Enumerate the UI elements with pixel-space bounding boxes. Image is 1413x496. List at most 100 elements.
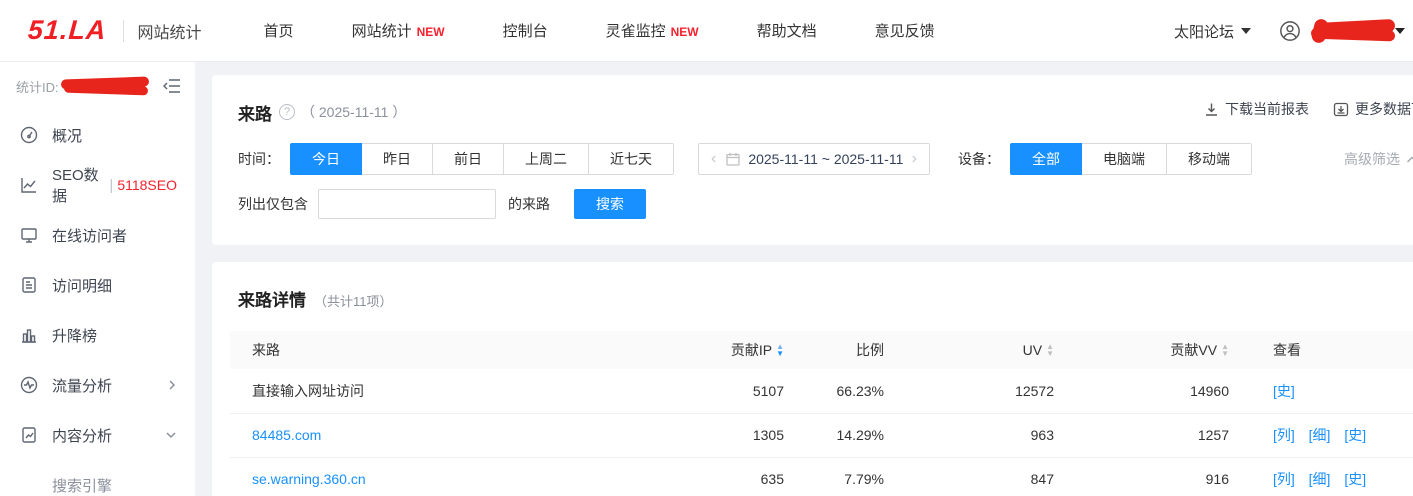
nav-menu: 首页 网站统计NEW 控制台 灵雀监控NEW 帮助文档 意见反馈 — [264, 20, 993, 41]
download-box-icon — [1333, 102, 1349, 117]
line-chart-icon — [20, 176, 38, 194]
contain-filter-prefix: 列出仅包含 — [238, 194, 308, 214]
new-badge: NEW — [671, 25, 699, 39]
date-range-picker[interactable]: ‹ 2025-11-11 ~ 2025-11-11 › — [698, 143, 930, 175]
redacted-username[interactable] — [1311, 18, 1399, 44]
sidebar-menu: 概况 SEO数据 | 5118SEO 在线访问者 访问明细 — [0, 110, 195, 496]
time-option-day-before[interactable]: 前日 — [433, 143, 504, 175]
download-icon — [1204, 102, 1219, 117]
nav-item-feedback[interactable]: 意见反馈 — [875, 20, 935, 41]
time-option-today[interactable]: 今日 — [290, 143, 362, 175]
help-icon[interactable]: ? — [279, 104, 295, 120]
download-more-data-button[interactable]: 更多数据下载 — [1333, 99, 1413, 119]
cell-ratio: 14.29% — [790, 413, 890, 457]
product-name: 网站统计 — [138, 19, 202, 43]
user-avatar-icon[interactable] — [1279, 20, 1301, 42]
referrer-table: 来路 贡献IP ▲▼ 比例 UV ▲▼ 贡献VV ▲▼ — [230, 331, 1413, 496]
sidebar-item-traffic-analysis[interactable]: 流量分析 — [0, 360, 195, 410]
sort-icon[interactable]: ▲▼ — [1221, 343, 1229, 357]
table-header-row: 来路 贡献IP ▲▼ 比例 UV ▲▼ 贡献VV ▲▼ — [230, 331, 1413, 369]
pulse-icon — [20, 376, 38, 394]
sidebar-item-rank-changes[interactable]: 升降榜 — [0, 310, 195, 360]
sidebar-item-online-visitors[interactable]: 在线访问者 — [0, 210, 195, 260]
time-filter-group: 今日 昨日 前日 上周二 近七天 — [290, 143, 674, 175]
col-header-vv[interactable]: 贡献VV ▲▼ — [1060, 331, 1235, 369]
app-logo[interactable]: 51.LA — [27, 15, 108, 46]
nav-item-site-stats[interactable]: 网站统计NEW — [352, 20, 445, 41]
document-chart-icon — [20, 426, 38, 444]
date-range-value: 2025-11-11 ~ 2025-11-11 — [748, 151, 903, 167]
gauge-icon — [20, 126, 38, 144]
sidebar-item-search-engine[interactable]: 搜索引擎 — [0, 460, 195, 496]
history-link[interactable]: [史] — [1344, 471, 1366, 487]
table-row: 84485.com 1305 14.29% 963 1257 [列] [细] [… — [230, 413, 1413, 457]
detail-title: 来路详情 — [238, 286, 306, 311]
detail-count-note: （共计11项） — [314, 291, 393, 310]
bar-chart-icon — [20, 326, 38, 344]
list-link[interactable]: [列] — [1273, 427, 1295, 443]
cell-uv: 12572 — [890, 369, 1060, 413]
table-row: 直接输入网址访问 5107 66.23% 12572 14960 [史] — [230, 369, 1413, 413]
chevron-left-icon[interactable]: ‹ — [711, 151, 716, 167]
referrer-source-link[interactable]: 84485.com — [252, 427, 321, 443]
new-badge: NEW — [417, 25, 445, 39]
history-link[interactable]: [史] — [1344, 427, 1366, 443]
nav-item-lark-monitor[interactable]: 灵雀监控NEW — [606, 20, 699, 41]
document-icon — [20, 276, 38, 294]
seo-5118-link[interactable]: 5118SEO — [117, 177, 177, 193]
stat-id-label: 统计ID: — [16, 77, 59, 96]
contain-filter-suffix: 的来路 — [508, 194, 550, 214]
referrer-filter-input[interactable] — [318, 189, 496, 219]
cell-uv: 847 — [890, 457, 1060, 496]
time-option-yesterday[interactable]: 昨日 — [362, 143, 433, 175]
stat-id-row: 统计ID: — [0, 62, 195, 110]
nav-item-home[interactable]: 首页 — [264, 20, 294, 41]
cell-ip: 5107 — [715, 369, 790, 413]
cell-vv: 14960 — [1060, 369, 1235, 413]
monitor-icon — [20, 226, 38, 244]
list-link[interactable]: [列] — [1273, 471, 1295, 487]
col-header-ip[interactable]: 贡献IP ▲▼ — [715, 331, 790, 369]
device-option-all[interactable]: 全部 — [1010, 143, 1082, 175]
top-navbar: 51.LA 网站统计 首页 网站统计NEW 控制台 灵雀监控NEW 帮助文档 意… — [0, 0, 1413, 62]
col-header-view: 查看 — [1235, 331, 1413, 369]
cell-ip: 1305 — [715, 413, 790, 457]
referrer-source: 直接输入网址访问 — [252, 383, 364, 399]
referrer-source-link[interactable]: se.warning.360.cn — [252, 471, 366, 487]
sort-icon[interactable]: ▲▼ — [776, 343, 784, 357]
detail-link[interactable]: [细] — [1309, 427, 1331, 443]
chevron-right-icon[interactable]: › — [912, 151, 917, 167]
time-option-last-7-days[interactable]: 近七天 — [589, 143, 674, 175]
device-option-desktop[interactable]: 电脑端 — [1082, 143, 1167, 175]
time-option-last-tuesday[interactable]: 上周二 — [504, 143, 589, 175]
cell-ip: 635 — [715, 457, 790, 496]
cell-uv: 963 — [890, 413, 1060, 457]
sidebar-item-content-analysis[interactable]: 内容分析 — [0, 410, 195, 460]
col-header-uv[interactable]: UV ▲▼ — [890, 331, 1060, 369]
search-button[interactable]: 搜索 — [574, 189, 646, 219]
sidebar-item-seo-data[interactable]: SEO数据 | 5118SEO — [0, 160, 195, 210]
logo-divider — [123, 20, 124, 42]
sort-icon[interactable]: ▲▼ — [1046, 343, 1054, 357]
device-filter-group: 全部 电脑端 移动端 — [1010, 143, 1252, 175]
detail-link[interactable]: [细] — [1309, 471, 1331, 487]
sidebar-collapse-icon[interactable] — [163, 78, 181, 94]
history-link[interactable]: [史] — [1273, 383, 1295, 399]
advanced-filter-toggle[interactable]: 高级筛选 — [1344, 149, 1413, 169]
cell-vv: 916 — [1060, 457, 1235, 496]
page-title: 来路 — [238, 100, 272, 125]
chevron-down-icon — [165, 430, 177, 440]
seo-divider: | — [109, 177, 113, 194]
col-header-ratio: 比例 — [790, 331, 890, 369]
device-option-mobile[interactable]: 移动端 — [1167, 143, 1252, 175]
sidebar-item-overview[interactable]: 概况 — [0, 110, 195, 160]
sidebar-item-visit-details[interactable]: 访问明细 — [0, 260, 195, 310]
site-selector-dropdown[interactable]: 太阳论坛 — [1174, 21, 1251, 42]
col-header-source: 来路 — [230, 331, 715, 369]
report-date-note: （ 2025-11-11 ） — [301, 102, 406, 122]
download-current-report-button[interactable]: 下载当前报表 — [1204, 99, 1309, 119]
sidebar: 统计ID: 概况 SEO数据 | 5118SEO — [0, 62, 195, 496]
table-row: se.warning.360.cn 635 7.79% 847 916 [列] … — [230, 457, 1413, 496]
nav-item-help-docs[interactable]: 帮助文档 — [757, 20, 817, 41]
nav-item-console[interactable]: 控制台 — [503, 20, 548, 41]
